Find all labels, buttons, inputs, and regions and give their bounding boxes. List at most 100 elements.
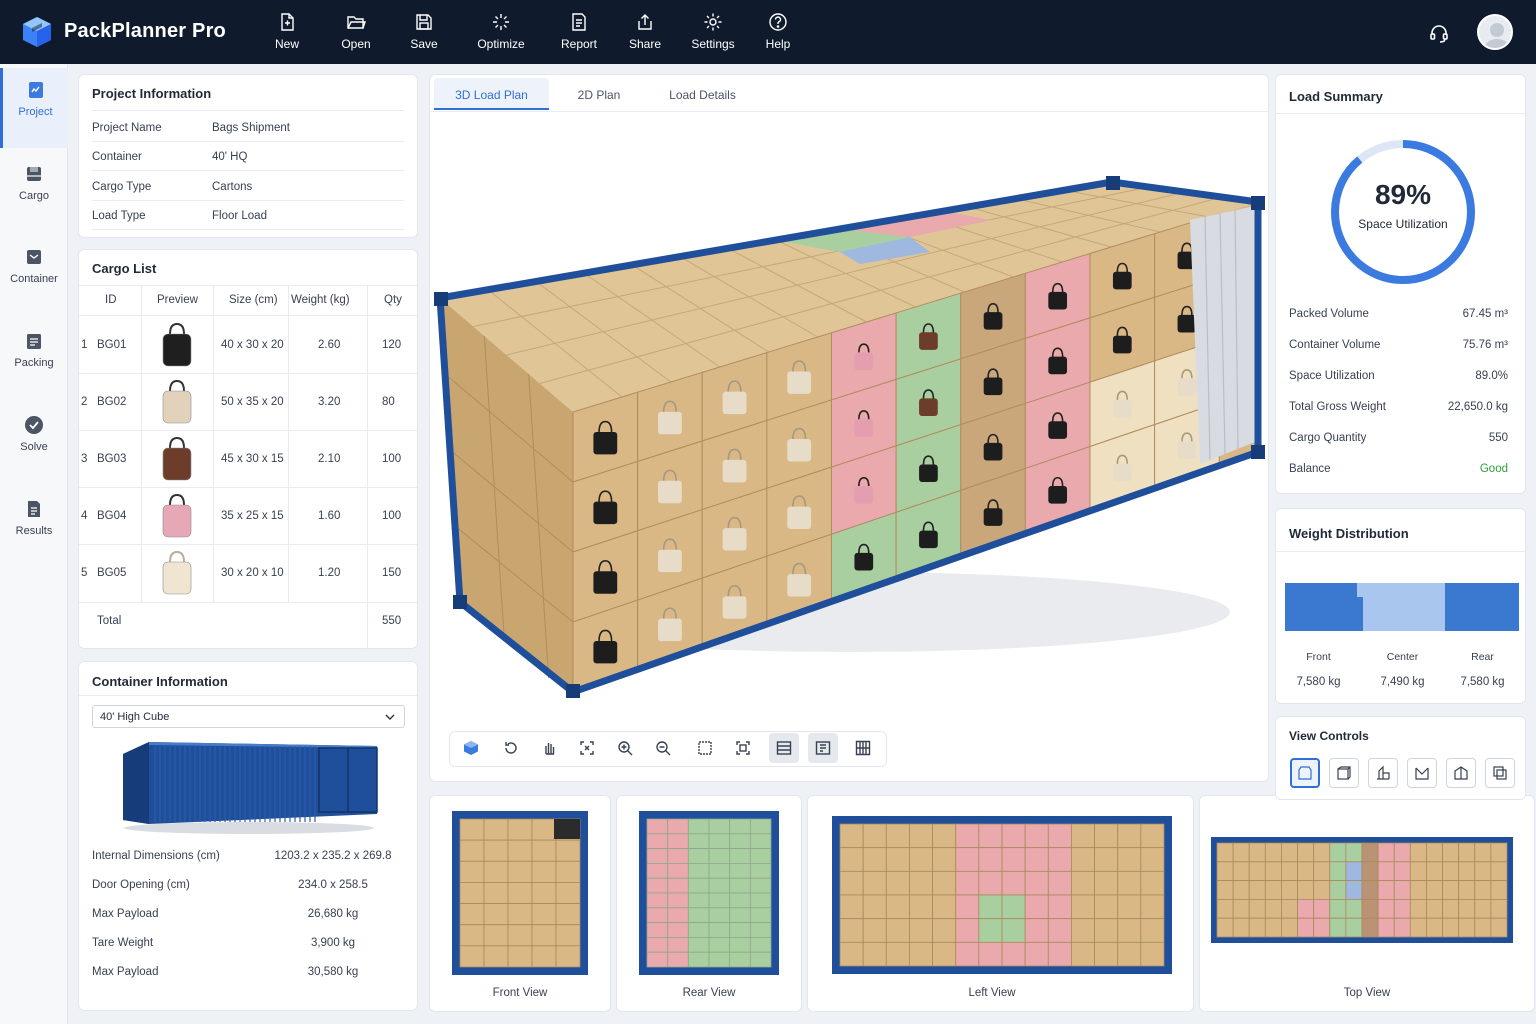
container-info-label: Door Opening (cm) xyxy=(92,879,190,891)
tab-3d-load-plan-label: 3D Load Plan xyxy=(455,88,528,102)
sidebar-label-packing: Packing xyxy=(14,357,54,369)
summary-value: Good xyxy=(1479,463,1508,475)
project-row-label: Container xyxy=(92,151,142,163)
summary-label: Space Utilization xyxy=(1289,370,1375,382)
weight-section-label: Center xyxy=(1386,651,1419,663)
help-button[interactable]: Help xyxy=(743,12,813,51)
summary-label: Container Volume xyxy=(1289,339,1381,351)
front-view-button[interactable] xyxy=(1407,758,1437,788)
cargo-row-id: BG05 xyxy=(97,567,127,579)
grid-button[interactable] xyxy=(848,733,878,763)
cargo-row-qty: 100 xyxy=(382,453,402,465)
project-row-label: Project Name xyxy=(92,122,162,134)
side-view-button[interactable] xyxy=(1368,758,1398,788)
container-info-label: Internal Dimensions (cm) xyxy=(92,850,220,862)
weight-distribution-title: Weight Distribution xyxy=(1289,526,1409,541)
rear-view-image xyxy=(639,811,779,975)
sidebar-item-results[interactable]: Results xyxy=(0,487,68,567)
open-button[interactable]: Open xyxy=(321,12,391,51)
container-info-value: 1203.2 x 235.2 x 269.8 xyxy=(274,850,392,862)
help-label: Help xyxy=(765,37,791,51)
rotate-button[interactable] xyxy=(496,733,526,763)
fit-view-button[interactable] xyxy=(572,733,602,763)
weight-section-label: Front xyxy=(1306,651,1331,663)
cargo-row-weight: 1.20 xyxy=(318,567,341,579)
summary-value: 89.0% xyxy=(1475,370,1508,382)
share-button[interactable]: Share xyxy=(610,12,680,51)
cargo-row-weight: 2.60 xyxy=(318,339,341,351)
cargo-row-id: BG03 xyxy=(97,453,127,465)
perspective-view-icon xyxy=(1298,766,1312,780)
container-value: 40' HQ xyxy=(212,151,248,163)
cargo-list-card: Cargo List ID Preview Size (cm) Weight (… xyxy=(78,249,418,650)
tab-load-details[interactable]: Load Details xyxy=(655,78,750,110)
perspective-view-button[interactable] xyxy=(1290,758,1320,788)
select-box-button[interactable] xyxy=(690,733,720,763)
cargo-row-size: 35 x 25 x 15 xyxy=(221,510,284,522)
cargo-type-value: Cartons xyxy=(212,181,253,193)
chevron-down-icon xyxy=(385,714,395,720)
user-avatar[interactable] xyxy=(1477,14,1513,50)
select-box-icon xyxy=(698,741,712,755)
report-label: Report xyxy=(560,37,598,51)
sidebar-item-cargo[interactable]: Cargo xyxy=(0,152,68,232)
save-button[interactable]: Save xyxy=(389,12,459,51)
frame-button[interactable] xyxy=(728,733,758,763)
folder-open-icon xyxy=(347,16,366,29)
tab-2d-plan[interactable]: 2D Plan xyxy=(560,78,638,110)
top-view-image xyxy=(1211,837,1513,943)
side-view-icon xyxy=(1377,765,1390,780)
cargo-row-size: 40 x 30 x 20 xyxy=(221,339,284,351)
cargo-header-qty: Qty xyxy=(384,294,402,306)
project-information-title: Project Information xyxy=(92,86,212,101)
project-icon xyxy=(28,82,43,98)
3d-container-view[interactable] xyxy=(430,112,1268,712)
share-icon xyxy=(638,14,652,30)
cargo-header-preview: Preview xyxy=(157,294,198,306)
left-view-label: Left View xyxy=(968,987,1016,999)
cargo-row-id: BG02 xyxy=(97,396,127,408)
front-view-icon xyxy=(1415,767,1429,780)
sidebar-item-project[interactable]: Project xyxy=(0,68,68,148)
copy-view-button[interactable] xyxy=(1485,758,1515,788)
sidebar-label-results: Results xyxy=(15,525,53,537)
bag-preview-icon xyxy=(162,436,192,481)
zoom-in-button[interactable] xyxy=(610,733,640,763)
bag-preview-icon xyxy=(162,379,192,424)
new-button[interactable]: New xyxy=(252,12,322,51)
layers-button[interactable] xyxy=(769,733,799,763)
tab-3d-load-plan[interactable]: 3D Load Plan xyxy=(434,78,549,110)
cube-view-button[interactable] xyxy=(456,733,486,763)
sidebar-item-solve[interactable]: Solve xyxy=(0,403,68,483)
settings-button[interactable]: Settings xyxy=(678,12,748,51)
container-select[interactable]: 40' High Cube xyxy=(92,705,405,728)
support-headset-icon[interactable] xyxy=(1428,22,1450,44)
gear-icon xyxy=(704,13,722,31)
summary-label: Total Gross Weight xyxy=(1289,401,1386,413)
cargo-row-weight: 2.10 xyxy=(318,453,341,465)
optimize-icon xyxy=(493,14,509,30)
cargo-row-qty: 150 xyxy=(382,567,402,579)
labels-button[interactable] xyxy=(808,733,838,763)
cargo-header-weight: Weight (kg) xyxy=(291,294,350,306)
top-view-icon xyxy=(1454,766,1468,780)
sidebar-item-container[interactable]: Container xyxy=(0,235,68,315)
cargo-row-size: 45 x 30 x 15 xyxy=(221,453,284,465)
load-summary-title: Load Summary xyxy=(1289,89,1383,104)
report-button[interactable]: Report xyxy=(544,12,614,51)
container-info-label: Max Payload xyxy=(92,966,159,978)
optimize-button[interactable]: Optimize xyxy=(466,12,536,51)
app-logo-icon xyxy=(23,17,51,47)
pan-hand-button[interactable] xyxy=(534,733,564,763)
cargo-row-id: BG04 xyxy=(97,510,127,522)
top-view-button[interactable] xyxy=(1446,758,1476,788)
container-info-value: 234.0 x 258.5 xyxy=(298,879,368,891)
cargo-row-qty: 120 xyxy=(382,339,402,351)
save-label: Save xyxy=(410,37,438,51)
zoom-out-button[interactable] xyxy=(648,733,678,763)
fit-view-icon xyxy=(580,741,594,755)
container-info-value: 3,900 kg xyxy=(310,937,356,949)
iso-view-button[interactable] xyxy=(1329,758,1359,788)
sidebar-item-packing[interactable]: Packing xyxy=(0,319,68,399)
view-controls-title: View Controls xyxy=(1289,729,1369,743)
